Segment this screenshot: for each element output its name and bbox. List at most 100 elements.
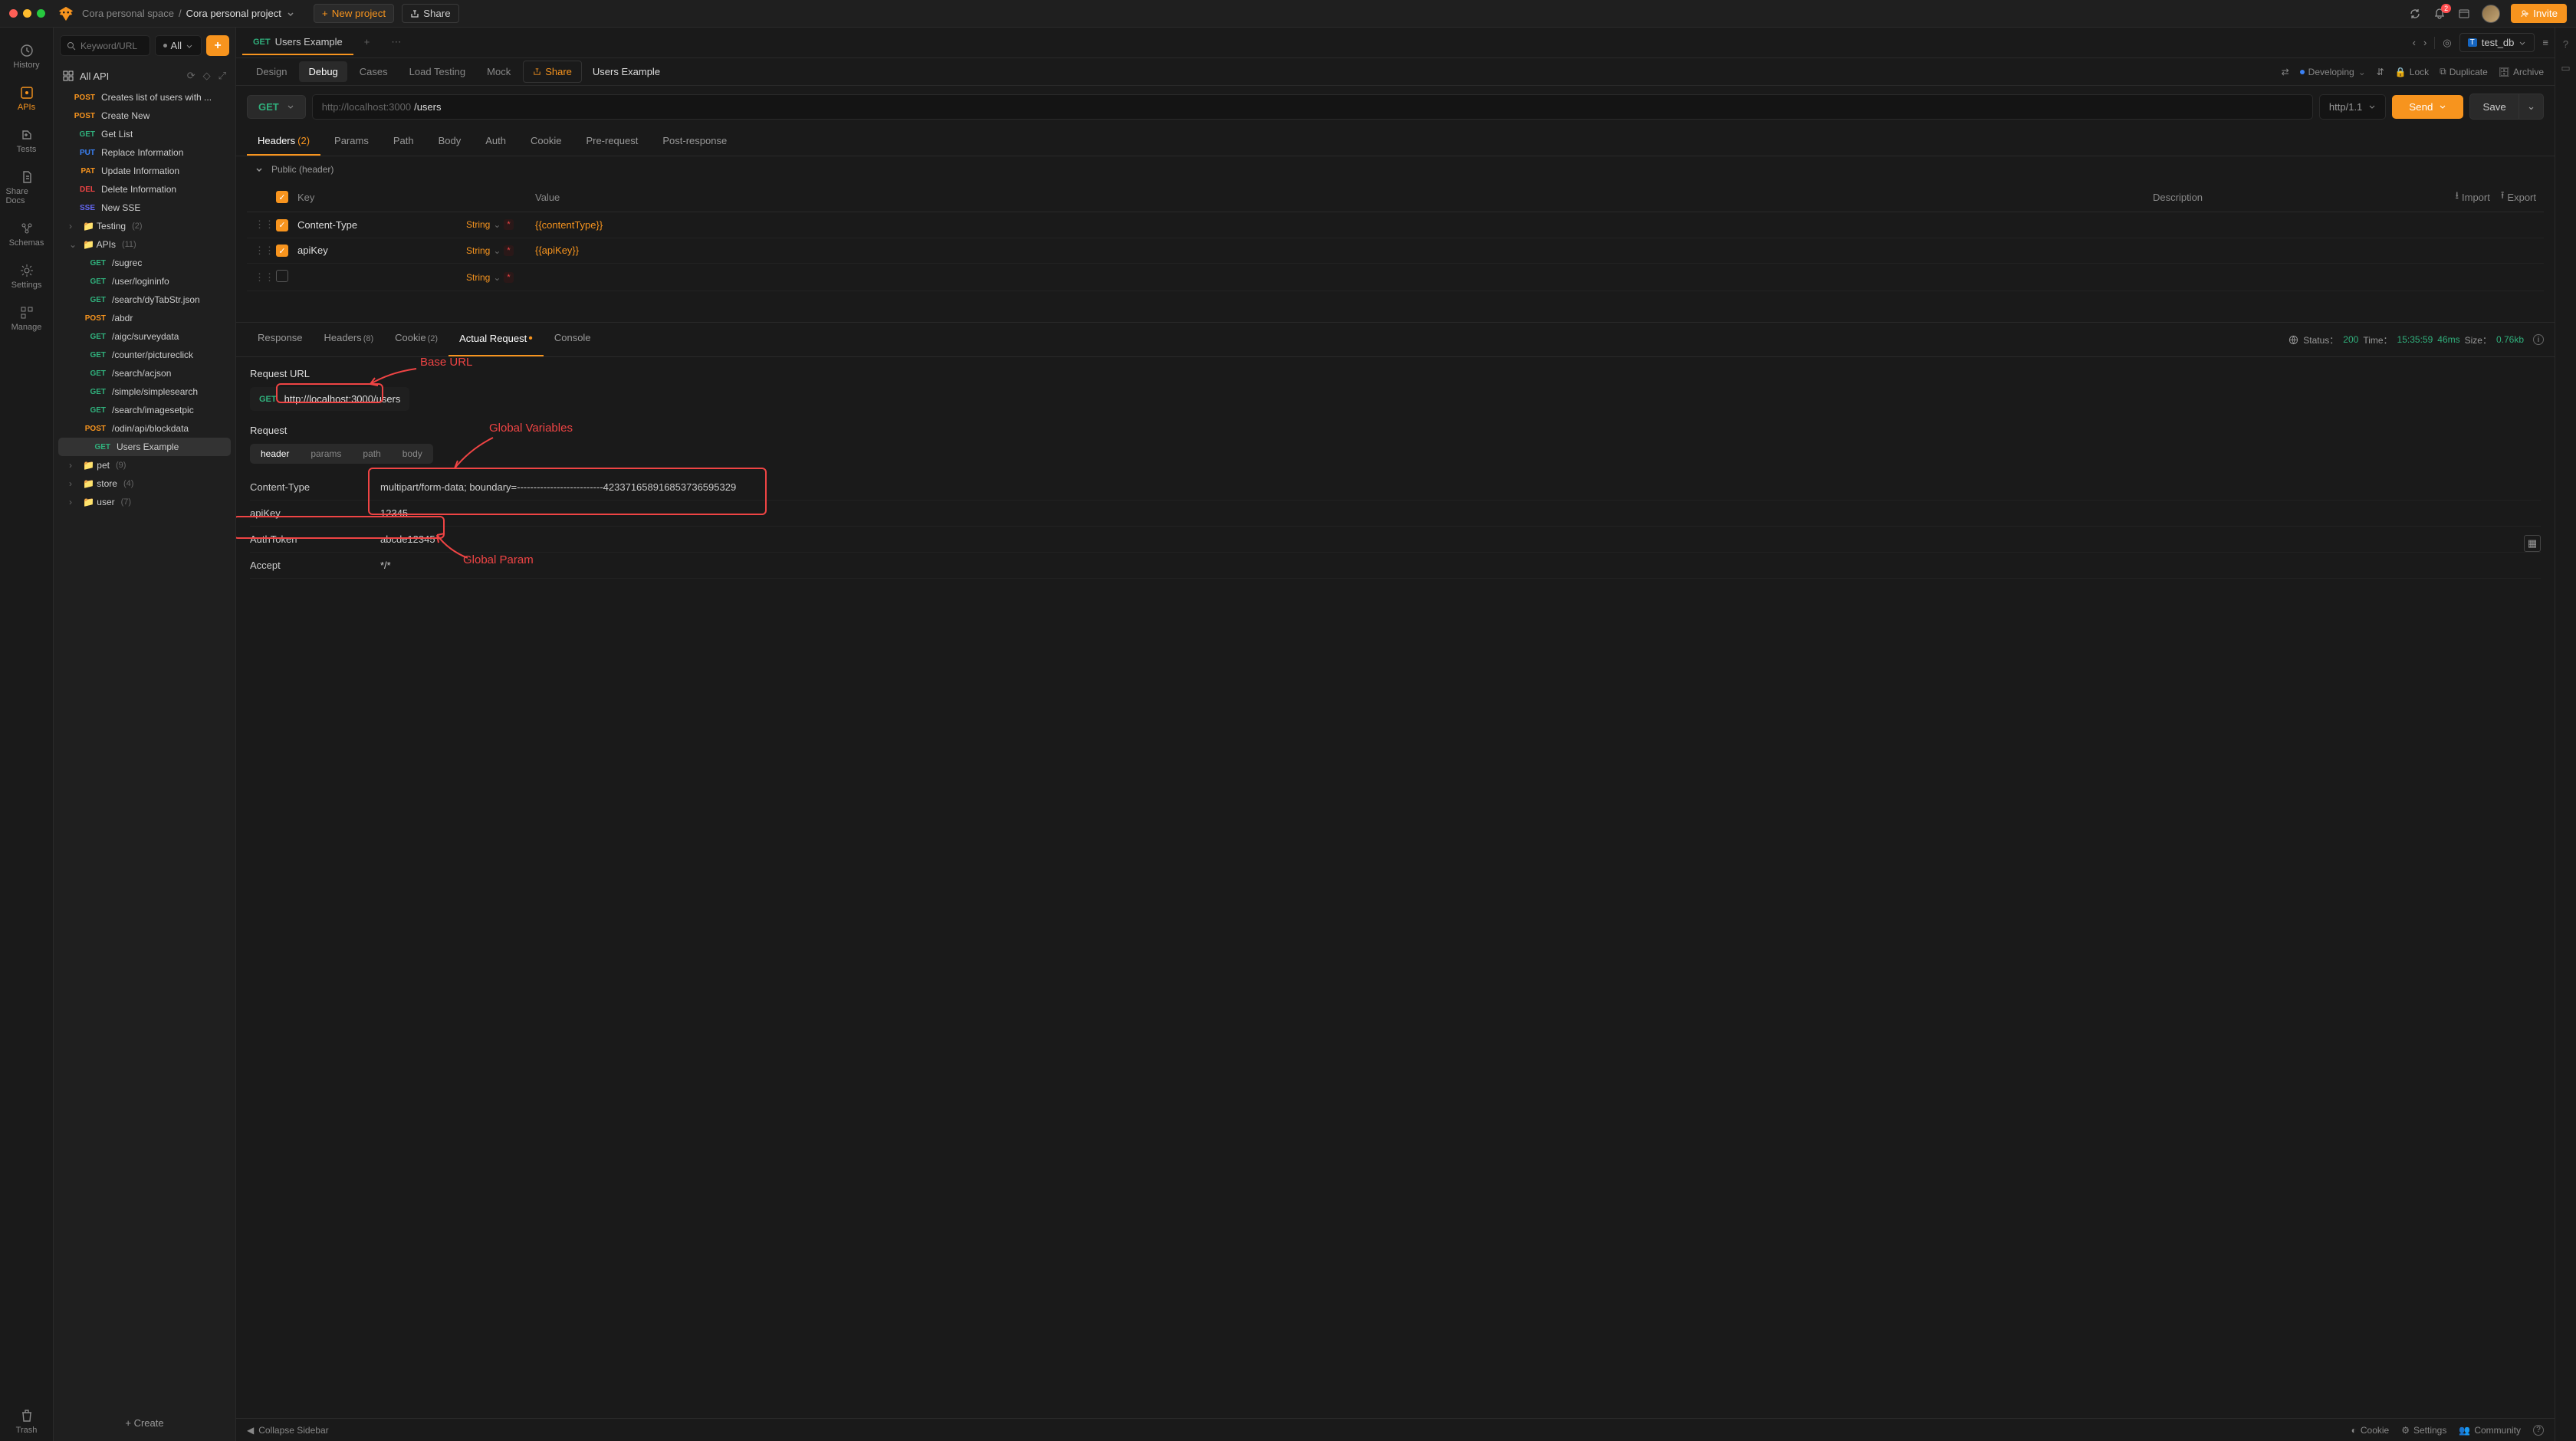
section-tab-body[interactable]: body: [392, 444, 433, 464]
check-all[interactable]: ✓: [276, 191, 288, 203]
tab-users-example[interactable]: GET Users Example: [242, 30, 353, 55]
req-tab-pre-request[interactable]: Pre-request: [575, 127, 649, 156]
lock-action[interactable]: 🔒Lock: [2395, 67, 2429, 77]
diamond-icon[interactable]: ◇: [203, 70, 211, 82]
menu-icon[interactable]: ≡: [2542, 37, 2548, 48]
refresh-icon[interactable]: ⟳: [187, 70, 196, 82]
archive-action[interactable]: 🗄Archive: [2499, 67, 2544, 77]
footer-cookie[interactable]: ◐ Cookie: [2351, 1425, 2390, 1436]
tab-add[interactable]: +: [353, 30, 381, 55]
help-icon[interactable]: ?: [2533, 1425, 2544, 1436]
resp-tab-actual-request[interactable]: Actual Request•: [449, 323, 544, 356]
folder-testing[interactable]: ›📁 Testing(2): [54, 217, 235, 235]
api-item[interactable]: GETGet List: [54, 125, 235, 143]
section-tab-path[interactable]: path: [352, 444, 391, 464]
expand-icon[interactable]: ⤢: [219, 70, 226, 82]
api-item[interactable]: GET/search/acjson: [54, 364, 235, 382]
invite-button[interactable]: Invite: [2511, 4, 2567, 23]
subtab-design[interactable]: Design: [247, 61, 296, 82]
api-item[interactable]: GET/user/logininfo: [54, 272, 235, 290]
nav-apis[interactable]: APIs: [6, 79, 48, 118]
save-button[interactable]: Save: [2469, 94, 2518, 120]
req-tab-cookie[interactable]: Cookie: [520, 127, 572, 156]
avatar[interactable]: [2482, 5, 2500, 23]
api-item[interactable]: GET/counter/pictureclick: [54, 346, 235, 364]
chevron-left-icon[interactable]: ‹: [2413, 37, 2416, 48]
breadcrumb-project[interactable]: Cora personal project: [186, 8, 281, 19]
create-button[interactable]: + Create: [63, 1411, 226, 1435]
http-version-selector[interactable]: http/1.1: [2319, 94, 2386, 120]
panel-icon[interactable]: [2457, 7, 2471, 21]
folder-user[interactable]: ›📁 user(7): [54, 493, 235, 511]
search-input[interactable]: [80, 41, 143, 51]
subtab-debug[interactable]: Debug: [299, 61, 347, 82]
nav-tests[interactable]: Tests: [6, 121, 48, 160]
api-item[interactable]: GET/simple/simplesearch: [54, 382, 235, 401]
req-tab-body[interactable]: Body: [428, 127, 472, 156]
api-item[interactable]: POSTCreate New: [54, 107, 235, 125]
section-tab-params[interactable]: params: [300, 444, 352, 464]
subtab-cases[interactable]: Cases: [350, 61, 397, 82]
subtab-load-testing[interactable]: Load Testing: [400, 61, 475, 82]
breadcrumb-space[interactable]: Cora personal space: [82, 8, 174, 19]
chevron-right-icon[interactable]: ›: [2423, 37, 2426, 48]
transfer-icon[interactable]: ⇄: [2282, 67, 2289, 77]
add-button[interactable]: +: [206, 35, 229, 56]
api-item[interactable]: SSENew SSE: [54, 199, 235, 217]
footer-settings[interactable]: ⚙ Settings: [2401, 1425, 2446, 1436]
req-tab-params[interactable]: Params: [324, 127, 380, 156]
url-input[interactable]: http://localhost:3000 /users: [312, 94, 2313, 120]
header-row[interactable]: ⋮⋮ String⌄*: [247, 264, 2544, 291]
api-item[interactable]: GETUsers Example: [58, 438, 231, 456]
filter-dropdown[interactable]: All: [155, 35, 202, 56]
api-item[interactable]: PUTReplace Information: [54, 143, 235, 162]
sort-icon[interactable]: ⇵: [2377, 67, 2384, 77]
api-item[interactable]: GET/search/imagesetpic: [54, 401, 235, 419]
all-api-header[interactable]: All API ⟳ ◇ ⤢: [54, 64, 235, 88]
collapse-sidebar[interactable]: ◀ Collapse Sidebar: [247, 1425, 329, 1436]
footer-community[interactable]: 👥 Community: [2459, 1425, 2521, 1436]
resp-tab-response[interactable]: Response: [247, 323, 314, 356]
layout-toggle[interactable]: ▦: [2524, 535, 2541, 552]
nav-settings[interactable]: Settings: [6, 257, 48, 296]
nav-history[interactable]: History: [6, 37, 48, 76]
status-developing[interactable]: Developing⌄: [2300, 67, 2366, 77]
chevron-down-icon[interactable]: [286, 9, 295, 18]
folder-pet[interactable]: ›📁 pet(9): [54, 456, 235, 474]
folder-apis[interactable]: ⌄📁 APIs(11): [54, 235, 235, 254]
import-action[interactable]: ⭳ Import: [2455, 189, 2489, 205]
tab-more[interactable]: ⋯: [380, 30, 412, 56]
api-item[interactable]: GET/sugrec: [54, 254, 235, 272]
api-item[interactable]: PATUpdate Information: [54, 162, 235, 180]
env-selector[interactable]: Ttest_db: [2459, 33, 2535, 52]
api-item[interactable]: POSTCreates list of users with ...: [54, 88, 235, 107]
folder-store[interactable]: ›📁 store(4): [54, 474, 235, 493]
api-item[interactable]: POST/odin/api/blockdata: [54, 419, 235, 438]
section-tab-header[interactable]: header: [250, 444, 300, 464]
new-project-button[interactable]: +New project: [314, 4, 394, 23]
duplicate-action[interactable]: ⧉Duplicate: [2440, 66, 2488, 77]
window-controls[interactable]: [9, 9, 45, 18]
nav-trash[interactable]: Trash: [6, 1402, 48, 1441]
export-action[interactable]: ⭱ Export: [2501, 189, 2536, 205]
resp-tab-cookie[interactable]: Cookie(2): [384, 323, 449, 356]
nav-manage[interactable]: Manage: [6, 299, 48, 338]
notification-icon[interactable]: 2: [2433, 7, 2446, 21]
req-tab-auth[interactable]: Auth: [475, 127, 517, 156]
rail-help-icon[interactable]: ?: [2563, 38, 2568, 50]
nav-share-docs[interactable]: Share Docs: [6, 163, 48, 212]
api-item[interactable]: POST/abdr: [54, 309, 235, 327]
subtab-share[interactable]: Share: [523, 61, 582, 83]
header-row[interactable]: ⋮⋮✓ apiKey String⌄* {{apiKey}}: [247, 238, 2544, 264]
sync-icon[interactable]: [2408, 7, 2422, 21]
nav-schemas[interactable]: Schemas: [6, 215, 48, 254]
send-button[interactable]: Send: [2392, 95, 2463, 119]
target-icon[interactable]: ◎: [2443, 37, 2451, 49]
method-selector[interactable]: GET: [247, 95, 306, 119]
subtab-mock[interactable]: Mock: [478, 61, 520, 82]
header-row[interactable]: ⋮⋮✓ Content-Type String⌄* {{contentType}…: [247, 212, 2544, 238]
req-tab-headers[interactable]: Headers(2): [247, 127, 320, 156]
api-item[interactable]: DELDelete Information: [54, 180, 235, 199]
resp-tab-console[interactable]: Console: [544, 323, 602, 356]
share-button[interactable]: Share: [402, 4, 459, 23]
